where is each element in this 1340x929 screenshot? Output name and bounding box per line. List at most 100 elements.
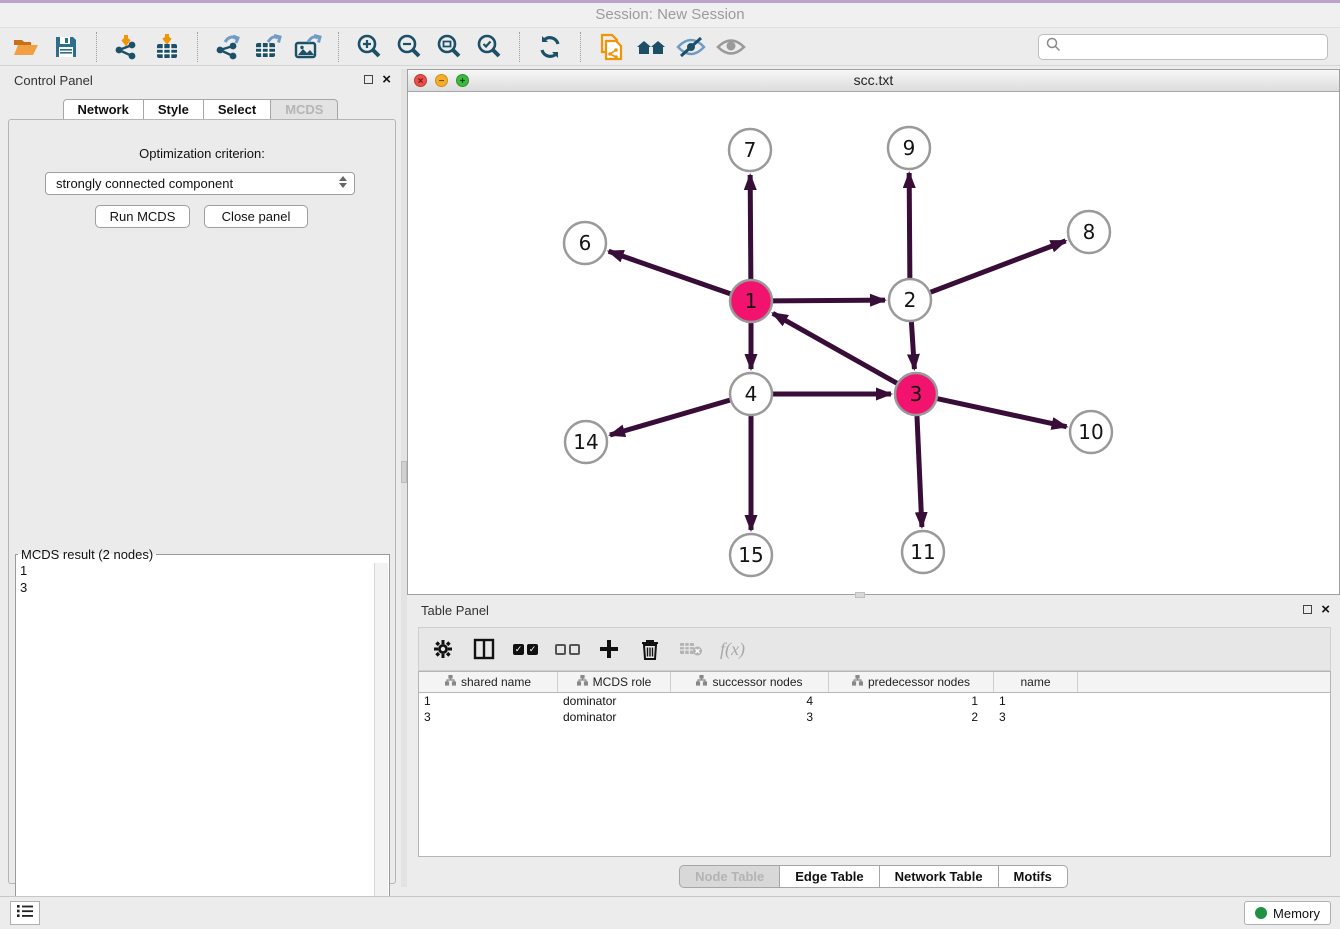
unchecked-box-icon xyxy=(555,644,566,655)
import-network-button[interactable] xyxy=(107,31,147,63)
column-header-label: shared name xyxy=(461,675,531,689)
window-zoom-icon[interactable]: + xyxy=(456,74,469,87)
unselect-all-columns-button[interactable] xyxy=(555,644,580,655)
edge-2-3[interactable] xyxy=(911,322,914,369)
export-network-icon xyxy=(215,34,241,60)
horizontal-splitter-handle[interactable] xyxy=(855,592,865,598)
mcds-result-scrollbar[interactable] xyxy=(374,563,388,923)
select-all-columns-button[interactable]: ✓✓ xyxy=(513,644,538,655)
cell-successor-nodes[interactable]: 4 xyxy=(671,693,829,709)
tab-motifs[interactable]: Motifs xyxy=(999,865,1068,888)
column-type-icon xyxy=(696,675,707,689)
node-label-11: 11 xyxy=(910,540,935,564)
column-header-MCDS-role[interactable]: MCDS role xyxy=(558,672,671,692)
delete-column-button[interactable] xyxy=(638,637,662,661)
show-all-button[interactable] xyxy=(711,31,751,63)
column-type-icon xyxy=(445,675,456,689)
tab-select[interactable]: Select xyxy=(204,99,271,120)
search-field[interactable] xyxy=(1038,34,1328,60)
cell-predecessor-nodes[interactable]: 1 xyxy=(829,693,994,709)
column-header-name[interactable]: name xyxy=(994,672,1078,692)
zoom-selected-button[interactable] xyxy=(469,31,509,63)
function-builder-button[interactable]: f(x) xyxy=(720,639,745,660)
tab-network-table[interactable]: Network Table xyxy=(880,865,999,888)
edge-2-9[interactable] xyxy=(909,173,910,278)
toolbar-separator xyxy=(338,32,339,62)
column-header-predecessor-nodes[interactable]: predecessor nodes xyxy=(829,672,994,692)
node-label-9: 9 xyxy=(903,136,916,160)
table-options-button[interactable] xyxy=(431,637,455,661)
open-session-button[interactable] xyxy=(6,31,46,63)
import-table-icon xyxy=(154,34,180,60)
table-row[interactable]: 3dominator323 xyxy=(419,709,1330,725)
zoom-fit-button[interactable] xyxy=(429,31,469,63)
cell-name[interactable]: 3 xyxy=(994,709,1078,725)
apply-layout-button[interactable] xyxy=(530,31,570,63)
node-table[interactable]: shared name MCDS role successor nodes prede… xyxy=(418,671,1331,857)
export-network-button[interactable] xyxy=(208,31,248,63)
run-mcds-button[interactable]: Run MCDS xyxy=(95,205,190,228)
search-icon xyxy=(1046,37,1061,57)
node-label-4: 4 xyxy=(745,382,758,406)
export-table-button[interactable] xyxy=(248,31,288,63)
tab-node-table[interactable]: Node Table xyxy=(679,865,780,888)
edge-3-1[interactable] xyxy=(773,313,897,383)
edge-4-14[interactable] xyxy=(610,400,730,435)
cell-MCDS-role[interactable]: dominator xyxy=(558,693,671,709)
zoom-out-button[interactable] xyxy=(389,31,429,63)
hide-selected-button[interactable] xyxy=(671,31,711,63)
save-session-button[interactable] xyxy=(46,31,86,63)
import-table-button[interactable] xyxy=(147,31,187,63)
delete-table-button[interactable] xyxy=(679,637,703,661)
create-column-button[interactable] xyxy=(597,637,621,661)
optimization-criterion-select[interactable]: strongly connected component xyxy=(45,172,355,195)
table-row[interactable]: 1dominator411 xyxy=(419,693,1330,709)
edge-2-8[interactable] xyxy=(931,241,1066,292)
cell-shared-name[interactable]: 3 xyxy=(419,709,558,725)
close-panel-icon[interactable]: × xyxy=(382,74,391,85)
zoom-in-button[interactable] xyxy=(349,31,389,63)
zoom-fit-icon xyxy=(436,34,462,60)
tab-style[interactable]: Style xyxy=(144,99,204,120)
float-window-icon[interactable] xyxy=(364,75,373,84)
column-header-label: successor nodes xyxy=(712,675,802,689)
edge-1-6[interactable] xyxy=(609,251,731,293)
show-column-button[interactable] xyxy=(472,637,496,661)
window-minimize-icon[interactable]: − xyxy=(435,74,448,87)
edge-3-10[interactable] xyxy=(937,399,1066,427)
edge-1-7[interactable] xyxy=(750,175,751,279)
cell-shared-name[interactable]: 1 xyxy=(419,693,558,709)
task-history-button[interactable] xyxy=(10,901,40,925)
first-neighbors-button[interactable] xyxy=(631,31,671,63)
optimization-criterion-label: Optimization criterion: xyxy=(9,146,395,161)
column-header-shared-name[interactable]: shared name xyxy=(419,672,558,692)
close-panel-button[interactable]: Close panel xyxy=(204,205,308,228)
cell-predecessor-nodes[interactable]: 2 xyxy=(829,709,994,725)
status-bar: Memory xyxy=(0,896,1340,929)
table-panel: Table Panel × ✓✓ f(x) shared name MCDS ro… xyxy=(407,599,1340,891)
list-icon xyxy=(17,904,33,923)
edge-3-11[interactable] xyxy=(917,416,922,527)
new-network-from-selection-button[interactable] xyxy=(591,31,631,63)
cell-name[interactable]: 1 xyxy=(994,693,1078,709)
window-close-icon[interactable]: × xyxy=(414,74,427,87)
tab-mcds[interactable]: MCDS xyxy=(271,99,338,120)
control-panel: Control Panel × NetworkStyleSelectMCDS O… xyxy=(0,69,401,887)
cell-MCDS-role[interactable]: dominator xyxy=(558,709,671,725)
tab-network[interactable]: Network xyxy=(63,99,144,120)
table-panel-title: Table Panel xyxy=(421,603,489,618)
tab-edge-table[interactable]: Edge Table xyxy=(780,865,879,888)
memory-button[interactable]: Memory xyxy=(1244,901,1331,925)
network-canvas[interactable]: 1234678910111415 xyxy=(408,92,1339,594)
float-window-icon[interactable] xyxy=(1303,605,1312,614)
eye-icon xyxy=(716,36,746,58)
column-header-successor-nodes[interactable]: successor nodes xyxy=(671,672,829,692)
network-window-titlebar[interactable]: × − + scc.txt xyxy=(408,70,1339,92)
export-image-button[interactable] xyxy=(288,31,328,63)
close-panel-icon[interactable]: × xyxy=(1321,604,1330,615)
search-input[interactable] xyxy=(1066,40,1327,55)
edge-1-2[interactable] xyxy=(773,300,885,301)
node-label-7: 7 xyxy=(744,138,757,162)
cell-successor-nodes[interactable]: 3 xyxy=(671,709,829,725)
mcds-result-group: MCDS result (2 nodes) 1 3 xyxy=(15,547,390,929)
